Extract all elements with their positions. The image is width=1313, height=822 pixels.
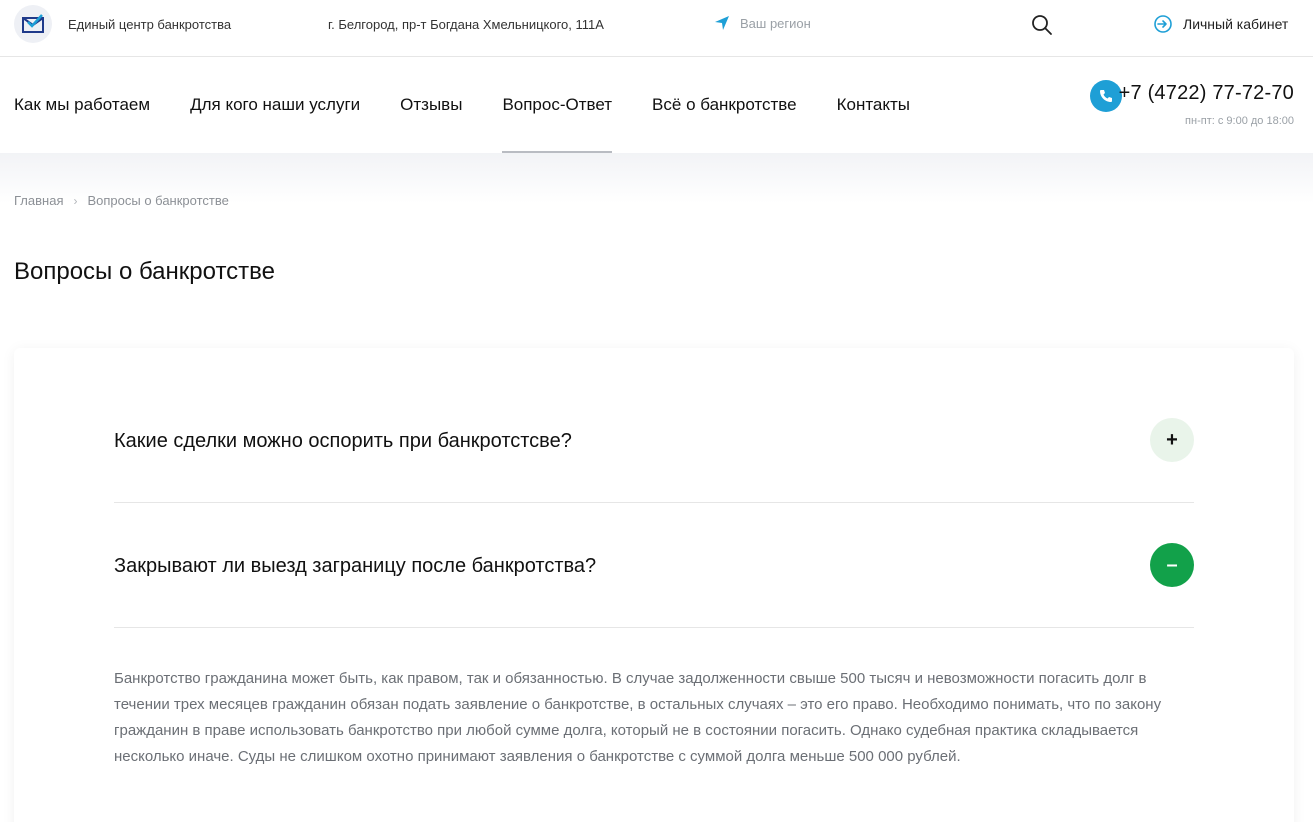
breadcrumb-current: Вопросы о банкротстве (87, 193, 229, 208)
page-title: Вопросы о банкротстве (14, 258, 275, 285)
phone-number[interactable]: +7 (4722) 77-72-70 (1119, 82, 1294, 105)
search-button[interactable] (1031, 14, 1053, 36)
phone-button[interactable] (1090, 80, 1122, 112)
main-navbar: Как мы работаем Для кого наши услуги Отз… (0, 57, 1313, 153)
search-icon (1032, 15, 1052, 35)
nav-about-bankruptcy[interactable]: Всё о банкротстве (652, 57, 797, 153)
collapse-minus-icon[interactable]: – (1150, 543, 1194, 587)
main-nav: Как мы работаем Для кого наши услуги Отз… (14, 57, 950, 153)
nav-contacts[interactable]: Контакты (837, 57, 910, 153)
faq-card: Какие сделки можно оспорить при банкротс… (14, 348, 1294, 822)
checkmark-envelope-icon (22, 14, 44, 33)
faq-question[interactable]: Какие сделки можно оспорить при банкротс… (114, 430, 572, 453)
personal-account-link[interactable]: Личный кабинет (1153, 14, 1288, 34)
expand-plus-icon[interactable]: + (1150, 418, 1194, 462)
location-arrow-icon (715, 16, 729, 30)
page-content: Главная › Вопросы о банкротстве Вопросы … (0, 153, 1313, 822)
faq-item[interactable]: Какие сделки можно оспорить при банкротс… (114, 378, 1194, 503)
faq-question[interactable]: Закрывают ли выезд заграницу после банкр… (114, 555, 596, 578)
chevron-right-icon: › (73, 193, 78, 208)
login-icon (1154, 15, 1172, 33)
faq-answer: Банкротство гражданина может быть, как п… (114, 670, 1162, 765)
personal-account-label: Личный кабинет (1183, 16, 1289, 32)
region-label: Ваш регион (740, 15, 811, 31)
breadcrumb: Главная › Вопросы о банкротстве (14, 193, 229, 208)
working-hours: пн-пт: с 9:00 до 18:00 (1185, 115, 1294, 127)
nav-reviews[interactable]: Отзывы (400, 57, 462, 153)
phone-icon (1100, 90, 1112, 102)
top-bar: Единый центр банкротства г. Белгород, пр… (0, 0, 1313, 57)
logo[interactable] (14, 5, 52, 43)
brand-name: Единый центр банкротства (68, 17, 232, 32)
office-address: г. Белгород, пр-т Богдана Хмельницкого, … (328, 17, 604, 32)
faq-item[interactable]: Закрывают ли выезд заграницу после банкр… (114, 503, 1194, 628)
nav-for-whom[interactable]: Для кого наши услуги (190, 57, 360, 153)
breadcrumb-home[interactable]: Главная (14, 193, 63, 208)
region-selector[interactable]: Ваш регион (714, 15, 811, 31)
nav-how-we-work[interactable]: Как мы работаем (14, 57, 150, 153)
nav-faq[interactable]: Вопрос-Ответ (502, 57, 612, 153)
